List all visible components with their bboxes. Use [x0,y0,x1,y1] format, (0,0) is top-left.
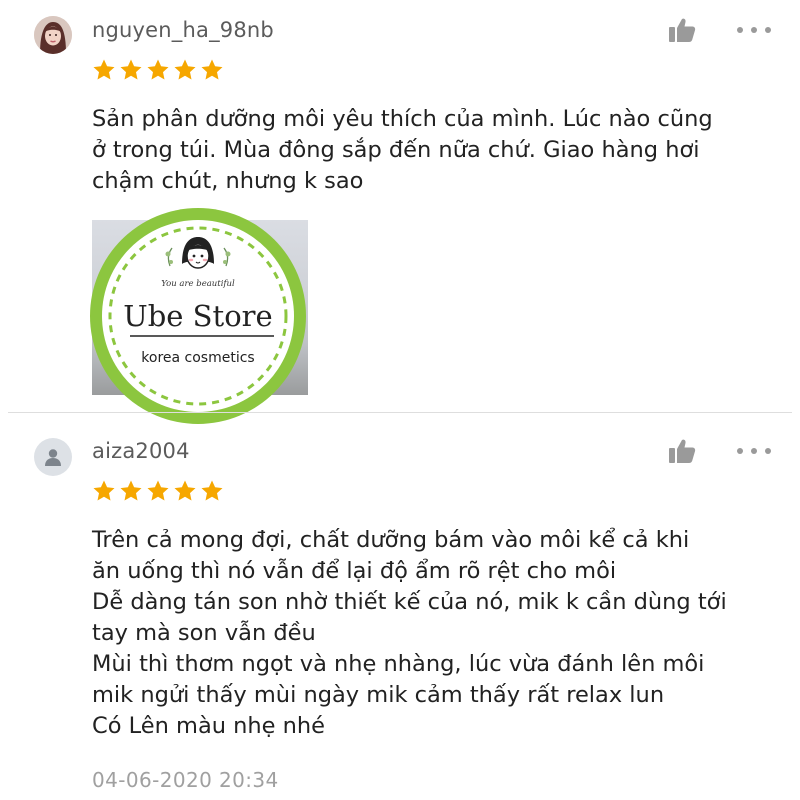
star-icon [120,59,142,80]
ube-store-logo: You are beautiful Ube Store korea cosmet… [90,208,306,424]
thumbs-up-icon[interactable] [668,17,696,43]
store-subtitle: korea cosmetics [141,350,254,366]
thumbs-up-icon[interactable] [668,438,696,464]
default-user-icon [45,449,61,466]
username[interactable]: nguyen_ha_98nb [92,18,274,42]
star-icon [93,59,115,80]
star-icon [120,480,142,501]
star-icon [147,480,169,501]
review-text: Trên cả mong đợi, chất dưỡng bám vào môi… [92,527,727,739]
more-options-icon[interactable] [737,446,771,456]
avatar[interactable] [34,16,72,54]
star-icon [93,480,115,501]
star-icon [201,59,223,80]
user-photo-icon [34,16,72,54]
review-timestamp: 04-06-2020 20:34 [92,768,279,792]
review-text: Sản phân dưỡng môi yêu thích của mình. L… [92,106,713,194]
star-icon [147,59,169,80]
star-rating [92,479,224,503]
more-options-icon[interactable] [737,25,771,35]
star-icon [174,59,196,80]
review-divider [8,412,792,413]
avatar[interactable] [34,438,72,476]
star-rating [92,58,224,82]
star-icon [174,480,196,501]
seal-tagline: You are beautiful [161,279,235,289]
username[interactable]: aiza2004 [92,439,190,463]
store-name: Ube Store [123,299,272,333]
star-icon [201,480,223,501]
